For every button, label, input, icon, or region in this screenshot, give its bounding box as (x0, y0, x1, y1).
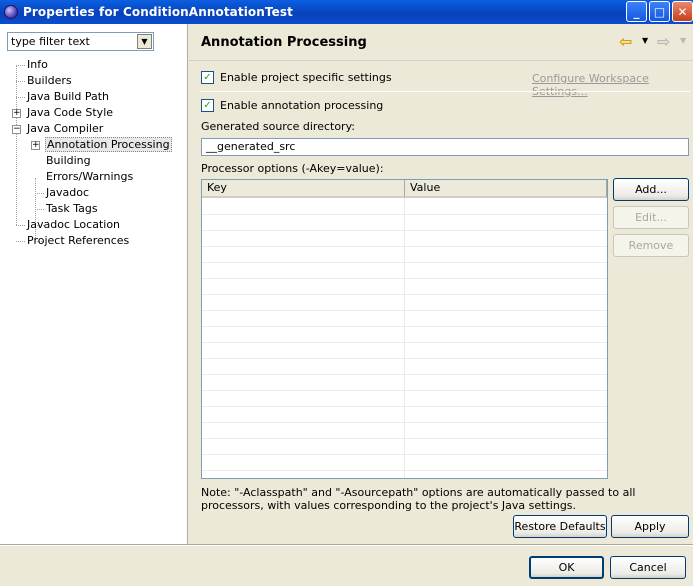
generated-source-input[interactable]: __generated_src (201, 138, 689, 156)
tree-line (16, 241, 25, 242)
column-header-key[interactable]: Key (202, 180, 405, 198)
table-grid-line (202, 438, 607, 439)
expand-icon[interactable]: + (12, 109, 21, 118)
enable-annotation-processing-checkbox[interactable]: ✓ Enable annotation processing (201, 99, 383, 112)
table-grid-line (202, 262, 607, 263)
processor-options-table[interactable]: Key Value (201, 179, 608, 479)
ok-button[interactable]: OK (529, 556, 604, 579)
tree-item-java-compiler[interactable]: Java Compiler (27, 121, 103, 137)
table-grid-line (202, 342, 607, 343)
remove-button[interactable]: Remove (613, 234, 689, 257)
apply-button[interactable]: Apply (611, 515, 689, 538)
tree-line (35, 193, 44, 194)
tree-item-errors-warnings[interactable]: Errors/Warnings (46, 169, 133, 185)
tree-line (16, 225, 25, 226)
tree-item-java-code-style[interactable]: Java Code Style (27, 105, 113, 121)
tree-line (16, 65, 25, 66)
processor-options-label: Processor options (-Akey=value): (201, 162, 384, 175)
add-button[interactable]: Add... (613, 178, 689, 201)
enable-project-specific-label: Enable project specific settings (220, 71, 392, 84)
table-grid-line (202, 470, 607, 471)
tree-line (16, 97, 25, 98)
table-grid-line (202, 326, 607, 327)
configure-workspace-link[interactable]: Configure Workspace Settings... (532, 72, 693, 98)
tree-item-annotation-processing[interactable]: Annotation Processing (45, 137, 172, 153)
tree-item-javadoc[interactable]: Javadoc (46, 185, 89, 201)
tree-line (16, 81, 25, 82)
table-grid-line (202, 214, 607, 215)
table-grid-line (202, 230, 607, 231)
checkbox-checked-icon: ✓ (201, 71, 214, 84)
table-grid-line (202, 374, 607, 375)
filter-placeholder: type filter text (11, 35, 90, 48)
window-title: Properties for ConditionAnnotationTest (23, 5, 293, 19)
tree-item-builders[interactable]: Builders (27, 73, 72, 89)
section-divider (200, 91, 690, 92)
generated-source-label: Generated source directory: (201, 120, 355, 133)
tree-item-javadoc-location[interactable]: Javadoc Location (27, 217, 120, 233)
minimize-button[interactable]: _ (626, 1, 647, 22)
processor-note: Note: "-Aclasspath" and "-Asourcepath" o… (201, 486, 636, 512)
tree-line (16, 65, 17, 225)
title-bar[interactable]: Properties for ConditionAnnotationTest _… (0, 0, 693, 24)
maximize-button[interactable]: □ (649, 1, 670, 22)
close-button[interactable]: ✕ (672, 1, 693, 22)
table-grid-line (202, 310, 607, 311)
footer-divider (0, 544, 693, 546)
page-title: Annotation Processing (201, 35, 367, 50)
table-grid-line (202, 294, 607, 295)
tree-item-building[interactable]: Building (46, 153, 91, 169)
table-grid-line (202, 422, 607, 423)
table-header: Key Value (202, 180, 607, 198)
restore-defaults-button[interactable]: Restore Defaults (513, 515, 607, 538)
preference-page: Annotation Processing ⇦ ▼ ⇨ ▼ ✓ Enable p… (189, 24, 693, 544)
back-dropdown-icon[interactable]: ▼ (642, 36, 648, 45)
filter-dropdown-icon[interactable]: ▼ (137, 34, 152, 49)
table-grid-line (202, 278, 607, 279)
cancel-button[interactable]: Cancel (610, 556, 686, 579)
expand-icon[interactable]: + (31, 141, 40, 150)
tree-item-java-build-path[interactable]: Java Build Path (27, 89, 109, 105)
table-grid-line (404, 198, 405, 478)
back-arrow-icon[interactable]: ⇦ (619, 34, 632, 50)
edit-button[interactable]: Edit... (613, 206, 689, 229)
enable-project-specific-checkbox[interactable]: ✓ Enable project specific settings (201, 71, 392, 84)
table-grid-line (202, 406, 607, 407)
tree-item-info[interactable]: Info (27, 57, 48, 73)
table-grid-line (202, 358, 607, 359)
checkbox-checked-icon: ✓ (201, 99, 214, 112)
tree-item-project-references[interactable]: Project References (27, 233, 129, 249)
table-grid-line (202, 390, 607, 391)
eclipse-icon (4, 5, 18, 19)
properties-dialog: Properties for ConditionAnnotationTest _… (0, 0, 693, 586)
tree-item-label: Annotation Processing (45, 137, 172, 152)
tree-line (35, 209, 44, 210)
forward-dropdown-icon: ▼ (680, 36, 687, 45)
collapse-icon[interactable]: − (12, 125, 21, 134)
forward-arrow-icon: ⇨ (657, 32, 671, 51)
preference-tree-panel: type filter text ▼ Info Builders Java Bu… (0, 24, 188, 544)
tree-item-task-tags[interactable]: Task Tags (46, 201, 98, 217)
filter-input[interactable]: type filter text ▼ (7, 32, 154, 51)
table-grid-line (202, 246, 607, 247)
column-header-value[interactable]: Value (405, 180, 607, 198)
title-divider (189, 60, 693, 61)
table-grid-line (202, 454, 607, 455)
enable-annotation-processing-label: Enable annotation processing (220, 99, 384, 112)
